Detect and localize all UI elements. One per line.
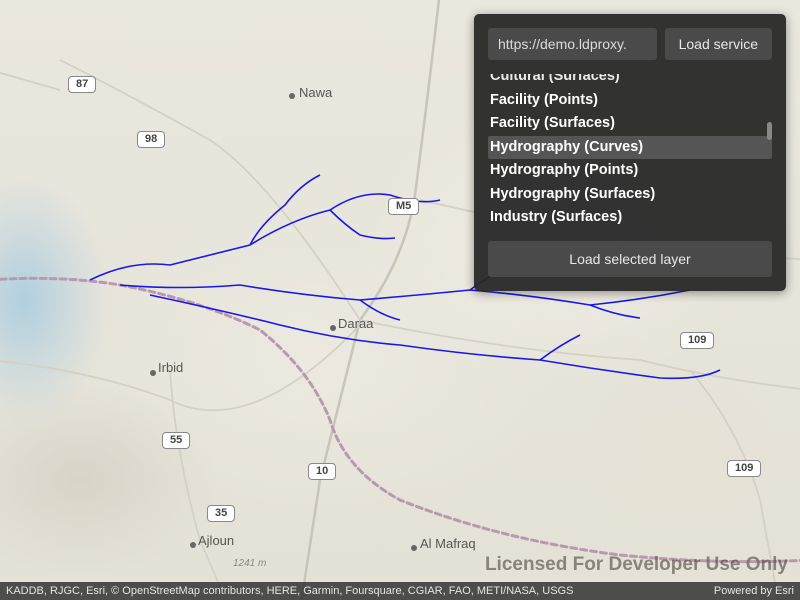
city-label-nawa: Nawa [299, 85, 332, 100]
map-view[interactable]: 87 98 M5 55 35 10 109 109 Nawa Daraa Irb… [0, 0, 800, 600]
shield-109b: 109 [727, 460, 761, 477]
city-dot-nawa [289, 93, 295, 99]
layer-item[interactable]: Hydrography (Curves) [488, 136, 772, 160]
layer-item[interactable]: Hydrography (Points) [488, 159, 772, 183]
layer-list[interactable]: Cultural (Surfaces) Facility (Points) Fa… [488, 74, 772, 229]
shield-10: 10 [308, 463, 336, 480]
shield-35: 35 [207, 505, 235, 522]
service-url-input[interactable] [488, 28, 657, 60]
layer-item[interactable]: Industry (Surfaces) [488, 206, 772, 229]
elevation-label: 1241 m [233, 558, 266, 569]
shield-87: 87 [68, 76, 96, 93]
attribution-powered-by: Powered by Esri [714, 585, 794, 597]
city-label-daraa: Daraa [338, 316, 373, 331]
layer-item[interactable]: Hydrography (Surfaces) [488, 183, 772, 207]
attribution-bar: KADDB, RJGC, Esri, © OpenStreetMap contr… [0, 582, 800, 600]
layer-item[interactable]: Facility (Surfaces) [488, 112, 772, 136]
shield-m5-upper: M5 [388, 198, 419, 215]
city-dot-irbid [150, 370, 156, 376]
city-label-almafraq: Al Mafraq [420, 536, 476, 551]
city-dot-ajloun [190, 542, 196, 548]
city-dot-almafraq [411, 545, 417, 551]
shield-109a: 109 [680, 332, 714, 349]
shield-98: 98 [137, 131, 165, 148]
attribution-sources: KADDB, RJGC, Esri, © OpenStreetMap contr… [6, 585, 573, 597]
layer-panel: Load service Cultural (Surfaces) Facilit… [474, 14, 786, 291]
load-service-button[interactable]: Load service [665, 28, 772, 60]
city-label-ajloun: Ajloun [198, 533, 234, 548]
city-dot-daraa [330, 325, 336, 331]
layer-item[interactable]: Facility (Points) [488, 89, 772, 113]
shield-55: 55 [162, 432, 190, 449]
city-label-irbid: Irbid [158, 360, 183, 375]
load-selected-layer-button[interactable]: Load selected layer [488, 241, 772, 277]
scrollbar-thumb[interactable] [767, 122, 772, 140]
layer-item[interactable]: Cultural (Surfaces) [488, 74, 772, 89]
